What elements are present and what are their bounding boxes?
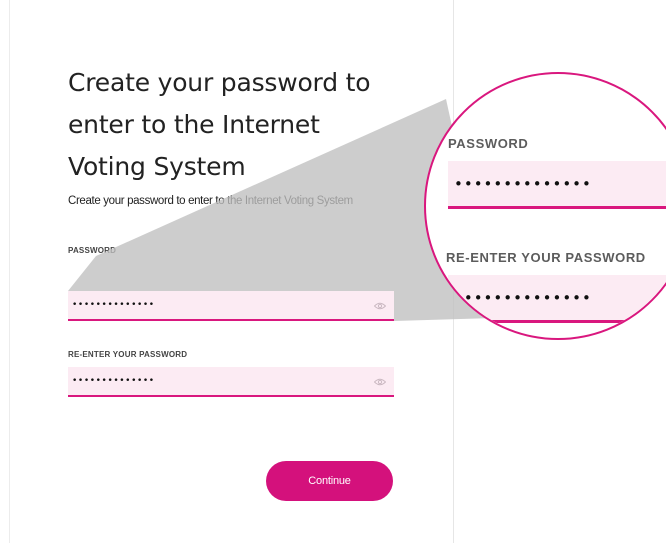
magnifier-password-label: PASSWORD xyxy=(448,136,529,151)
magnifier-reenter-label: RE-ENTER YOUR PASSWORD xyxy=(446,250,646,265)
magnifier-password-masked-value: •••••••••••••• xyxy=(454,175,592,193)
magnifier-reenter-masked-value: •••••••••••••• xyxy=(454,289,592,307)
magnifier-password-field: •••••••••••••• xyxy=(448,161,666,209)
magnifier-reenter-field: •••••••••••••• xyxy=(448,275,666,323)
